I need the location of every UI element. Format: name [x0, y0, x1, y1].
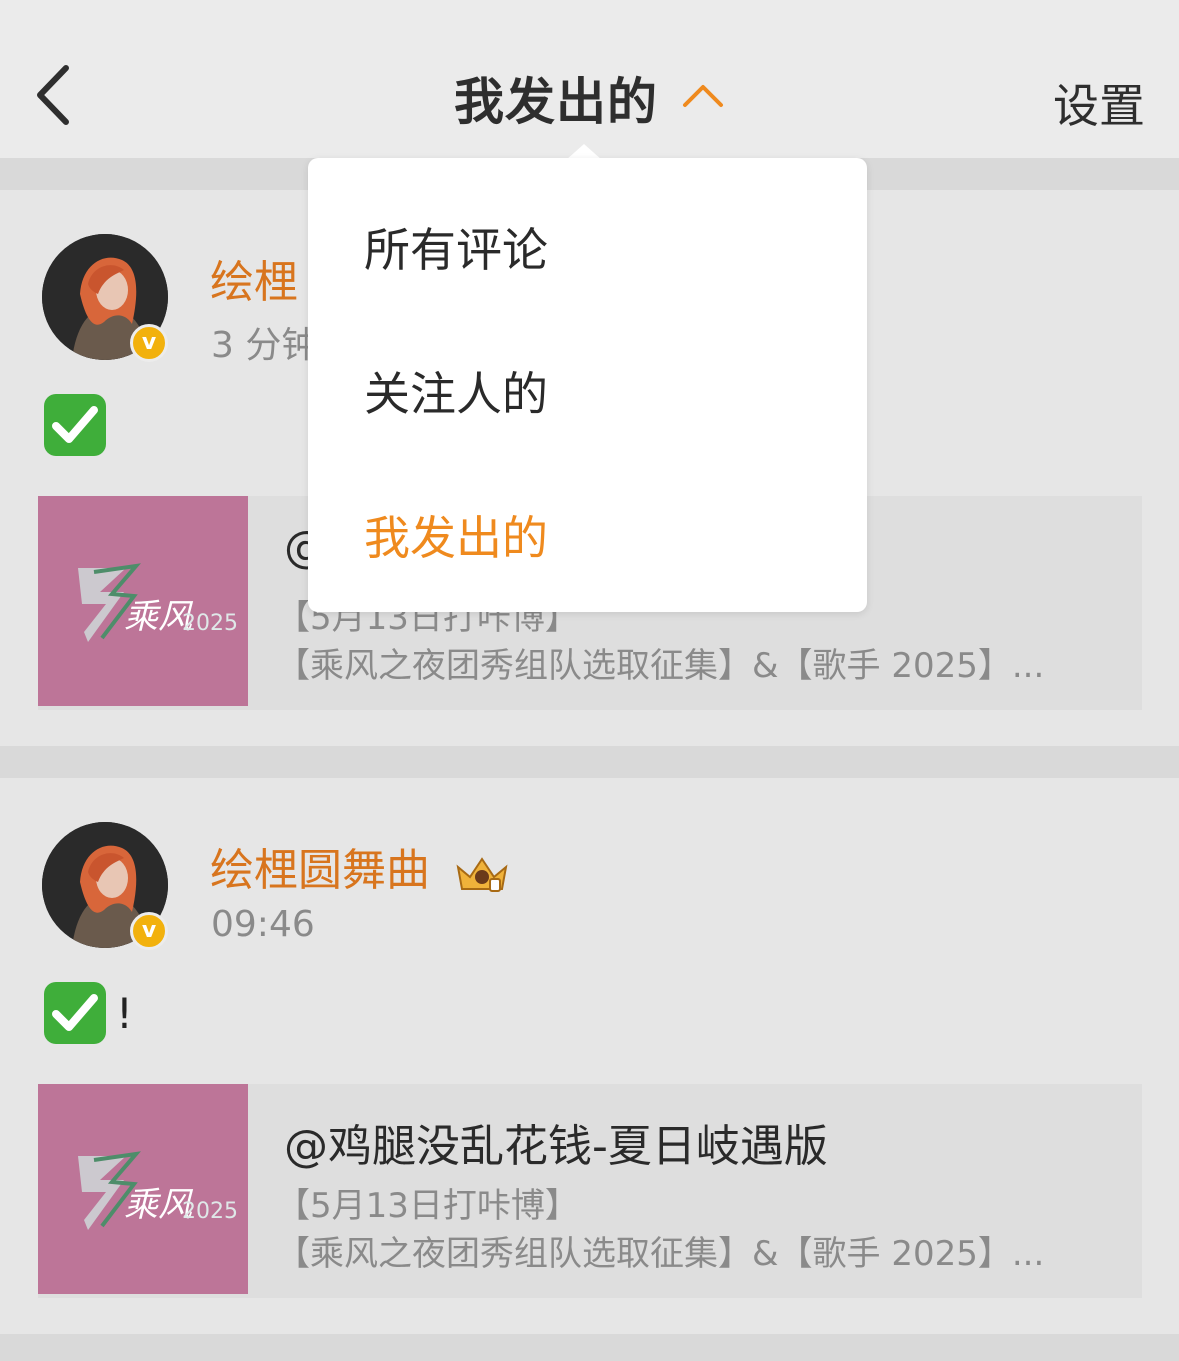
svg-text:2025: 2025 — [182, 611, 238, 636]
quote-line-2: 【乘风之夜团秀组队选取征集】&【歌手 2025】... — [276, 1234, 1045, 1274]
show-logo-icon: 乘风 2025 — [38, 496, 248, 706]
quote-line-2: 【乘风之夜团秀组队选取征集】&【歌手 2025】... — [276, 646, 1045, 686]
divider — [0, 1334, 1179, 1361]
chevron-up-icon — [683, 85, 724, 107]
settings-button[interactable]: 设置 — [1053, 70, 1145, 136]
username[interactable]: 绘梩 — [210, 246, 298, 310]
post-thumbnail: 乘风 2025 — [38, 496, 248, 706]
menu-item-all-comments[interactable]: 所有评论 — [364, 214, 548, 280]
page-title: 我发出的 — [453, 73, 658, 131]
title-switcher[interactable]: 我发出的 — [0, 62, 1179, 132]
menu-item-sent-by-me[interactable]: 我发出的 — [364, 502, 548, 568]
username[interactable]: 绘梩圆舞曲 — [210, 845, 430, 896]
menu-item-following[interactable]: 关注人的 — [364, 358, 548, 424]
show-logo-icon: 乘风 2025 — [38, 1084, 248, 1294]
quoted-post[interactable]: 乘风 2025 @鸡腿没乱花钱-夏日岐遇版 【5月13日打咔博】 【乘风之夜团秀… — [38, 1084, 1142, 1298]
timestamp: 3 分钟 — [211, 325, 318, 366]
quote-line-1: 【5月13日打咔博】 — [276, 1186, 579, 1226]
filter-dropdown-menu: 所有评论 关注人的 我发出的 — [308, 158, 867, 612]
comment-text — [44, 394, 106, 456]
post-thumbnail: 乘风 2025 — [38, 1084, 248, 1294]
verified-badge-icon: v — [130, 912, 168, 950]
comment-card[interactable]: v 绘梩圆舞曲 09:46 ! 乘风 2025 @鸡腿没乱花钱-夏日岐遇版 【5… — [0, 778, 1179, 1334]
username-row[interactable]: 绘梩圆舞曲 — [210, 834, 510, 898]
svg-text:2025: 2025 — [182, 1199, 238, 1224]
quote-title: @鸡腿没乱花钱-夏日岐遇版 — [284, 1121, 828, 1172]
timestamp: 09:46 — [211, 904, 315, 945]
check-mark-emoji-icon — [44, 394, 106, 456]
comment-body: ! — [116, 988, 133, 1038]
top-bar: 我发出的 设置 — [0, 0, 1179, 158]
check-mark-emoji-icon — [44, 982, 106, 1044]
verified-badge-icon: v — [130, 324, 168, 362]
comment-text: ! — [44, 982, 133, 1044]
crown-icon — [456, 857, 508, 892]
